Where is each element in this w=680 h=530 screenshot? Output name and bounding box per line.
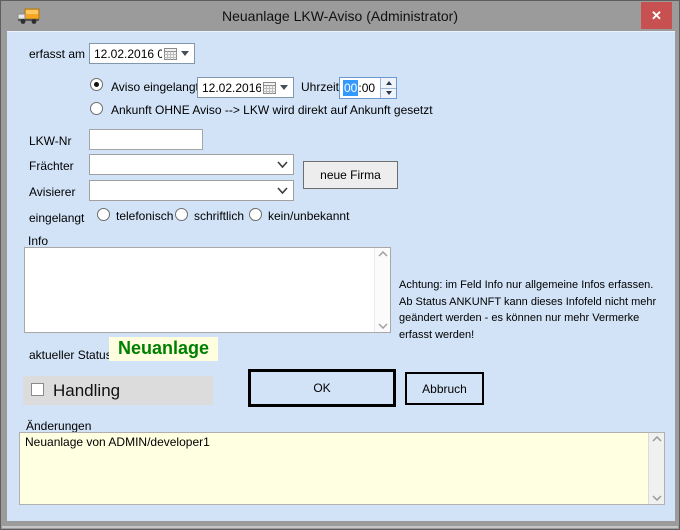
aenderungen-textarea[interactable]: Neuanlage von ADMIN/developer1 [19, 432, 665, 505]
info-text[interactable] [25, 248, 374, 332]
info-textarea[interactable] [24, 247, 391, 333]
eingelangt-label: eingelangt [29, 211, 84, 225]
time-minutes: :00 [358, 81, 375, 95]
calendar-icon [263, 82, 276, 94]
ankunft-ohne-aviso-label: Ankunft OHNE Aviso --> LKW wird direkt a… [111, 103, 433, 117]
aviso-eingelangt-label: Aviso eingelangt [111, 80, 199, 94]
status-badge: Neuanlage [109, 337, 218, 361]
erfasst-am-label: erfasst am [29, 47, 85, 61]
dialog-window: { "window": { "title": "Neuanlage LKW-Av… [0, 0, 680, 530]
telefonisch-label: telefonisch [116, 209, 173, 223]
spinner-down-icon [386, 91, 392, 95]
dropdown-arrow-icon[interactable] [181, 51, 189, 56]
handling-label: Handling [53, 381, 120, 401]
spinner-down-button[interactable] [381, 89, 396, 99]
radio-aviso-eingelangt[interactable] [90, 78, 103, 91]
chevron-down-icon [277, 161, 288, 168]
spinner-up-button[interactable] [381, 78, 396, 89]
aviso-date-value: 12.02.2016 [198, 81, 261, 95]
fraechter-combobox[interactable] [89, 154, 294, 175]
scroll-up-icon[interactable] [652, 436, 662, 442]
chevron-down-icon [277, 187, 288, 194]
window-frame-bottom [2, 526, 678, 528]
neue-firma-button[interactable]: neue Firma [303, 161, 398, 189]
erfasst-am-value: 12.02.2016 07:20 [90, 47, 162, 61]
radio-schriftlich[interactable] [175, 208, 188, 221]
dialog-content: erfasst am 12.02.2016 07:20 Aviso eingel… [7, 31, 675, 521]
window-title: Neuanlage LKW-Aviso (Administrator) [1, 8, 679, 24]
radio-kein-unbekannt[interactable] [249, 208, 262, 221]
uhrzeit-time-spinner[interactable]: 00 :00 [339, 77, 397, 99]
aviso-date-picker[interactable]: 12.02.2016 [197, 77, 294, 98]
calendar-icon [164, 48, 177, 60]
scroll-up-icon[interactable] [378, 251, 388, 257]
aenderungen-scrollbar[interactable] [648, 433, 664, 504]
dropdown-arrow-icon[interactable] [280, 85, 288, 90]
close-button[interactable]: ✕ [641, 2, 672, 29]
avisierer-label: Avisierer [29, 185, 75, 199]
radio-telefonisch[interactable] [97, 208, 110, 221]
spinner-up-icon [386, 81, 392, 85]
erfasst-am-datetime-picker[interactable]: 12.02.2016 07:20 [89, 43, 195, 64]
ok-button[interactable]: OK [248, 369, 396, 407]
aenderungen-label: Änderungen [26, 419, 91, 433]
info-label: Info [28, 234, 48, 248]
time-spinner-buttons [380, 78, 396, 98]
time-hours-selected[interactable]: 00 [343, 80, 358, 96]
avisierer-combobox[interactable] [89, 180, 294, 201]
time-value: 00 :00 [340, 78, 380, 98]
lkw-nr-label: LKW-Nr [29, 134, 71, 148]
lkw-nr-input[interactable] [89, 129, 203, 150]
kein-unbekannt-label: kein/unbekannt [268, 209, 349, 223]
info-scrollbar[interactable] [374, 248, 390, 332]
scroll-down-icon[interactable] [378, 323, 388, 329]
info-warning-text: Achtung: im Feld Info nur allgemeine Inf… [399, 277, 674, 343]
aktueller-status-label: aktueller Status [29, 348, 112, 362]
schriftlich-label: schriftlich [194, 209, 244, 223]
abbruch-button[interactable]: Abbruch [405, 372, 484, 405]
title-bar: Neuanlage LKW-Aviso (Administrator) ✕ [1, 1, 679, 31]
radio-ankunft-ohne-aviso[interactable] [90, 102, 103, 115]
close-icon: ✕ [651, 8, 662, 24]
uhrzeit-label: Uhrzeit [301, 80, 339, 94]
handling-checkbox[interactable] [31, 383, 44, 396]
fraechter-label: Frächter [29, 159, 74, 173]
scroll-down-icon[interactable] [652, 495, 662, 501]
aenderungen-text[interactable]: Neuanlage von ADMIN/developer1 [20, 433, 648, 504]
